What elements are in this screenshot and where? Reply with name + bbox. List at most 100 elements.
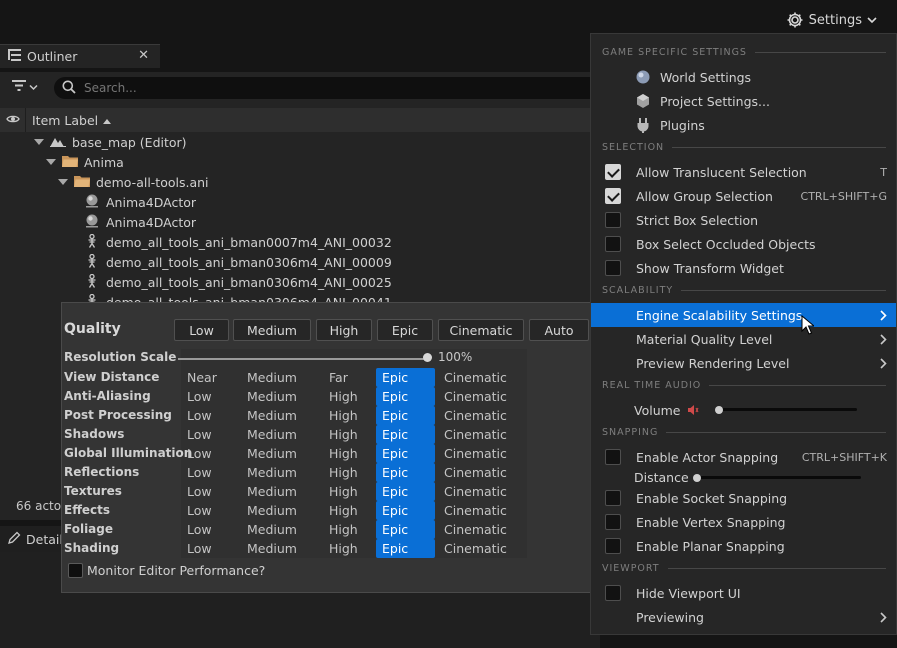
quality-option[interactable]: Epic: [376, 539, 435, 558]
quality-option[interactable]: Medium: [241, 387, 323, 406]
quality-option[interactable]: Epic: [376, 463, 435, 482]
checkbox[interactable]: [605, 538, 621, 554]
checkbox[interactable]: [605, 260, 621, 276]
quality-option[interactable]: Low: [181, 539, 241, 558]
hide-viewport-ui-item[interactable]: Hide Viewport UI: [591, 581, 896, 605]
quality-option[interactable]: Epic: [376, 368, 435, 387]
quality-option[interactable]: Cinematic: [438, 482, 528, 501]
enable-vertex-snapping-item[interactable]: Enable Vertex Snapping: [591, 510, 896, 534]
resolution-slider-track[interactable]: [178, 358, 428, 360]
quality-option[interactable]: Epic: [376, 482, 435, 501]
preset-medium-button[interactable]: Medium: [233, 319, 311, 341]
quality-option[interactable]: Cinematic: [438, 444, 528, 463]
show-transform-widget-item[interactable]: Show Transform Widget: [591, 256, 896, 280]
monitor-performance-checkbox[interactable]: [68, 563, 83, 578]
quality-option[interactable]: Cinematic: [438, 539, 528, 558]
tree-row[interactable]: demo-all-tools.ani: [58, 172, 209, 192]
expand-arrow-icon[interactable]: [58, 179, 68, 185]
volume-slider-track[interactable]: [715, 408, 857, 411]
filter-button[interactable]: [12, 80, 38, 94]
quality-option[interactable]: Medium: [241, 501, 323, 520]
quality-option[interactable]: Low: [181, 406, 241, 425]
preset-high-button[interactable]: High: [316, 319, 372, 341]
tree-row[interactable]: demo_all_tools_ani_bman0306m4_ANI_00009: [84, 252, 392, 272]
quality-option[interactable]: High: [323, 425, 376, 444]
quality-option[interactable]: Cinematic: [438, 520, 528, 539]
quality-option[interactable]: Medium: [241, 444, 323, 463]
allow-translucent-selection-item[interactable]: Allow Translucent Selection T: [591, 160, 896, 184]
quality-option[interactable]: Medium: [241, 539, 323, 558]
enable-socket-snapping-item[interactable]: Enable Socket Snapping: [591, 486, 896, 510]
quality-option[interactable]: Far: [323, 368, 376, 387]
preset-low-button[interactable]: Low: [174, 319, 229, 341]
tree-row[interactable]: demo_all_tools_ani_bman0007m4_ANI_00032: [84, 232, 392, 252]
tree-row[interactable]: Anima4DActor: [84, 192, 196, 212]
quality-option[interactable]: Low: [181, 520, 241, 539]
checkbox[interactable]: [605, 449, 621, 465]
quality-option[interactable]: High: [323, 463, 376, 482]
engine-scalability-settings-item[interactable]: Engine Scalability Settings: [591, 303, 896, 327]
quality-option[interactable]: High: [323, 387, 376, 406]
quality-option[interactable]: Epic: [376, 444, 435, 463]
quality-option[interactable]: Cinematic: [438, 425, 528, 444]
quality-option[interactable]: Medium: [241, 463, 323, 482]
search-input[interactable]: [84, 81, 564, 95]
quality-option[interactable]: High: [323, 520, 376, 539]
quality-option[interactable]: Epic: [376, 387, 435, 406]
quality-option[interactable]: Cinematic: [438, 463, 528, 482]
checkbox[interactable]: [605, 585, 621, 601]
expand-arrow-icon[interactable]: [46, 159, 56, 165]
material-quality-level-item[interactable]: Material Quality Level: [591, 327, 896, 351]
speaker-muted-icon[interactable]: [687, 404, 699, 419]
tree-row[interactable]: Anima4DActor: [84, 212, 196, 232]
quality-option[interactable]: Epic: [376, 520, 435, 539]
quality-option[interactable]: Medium: [241, 406, 323, 425]
quality-option[interactable]: Low: [181, 387, 241, 406]
world-settings-item[interactable]: World Settings: [591, 65, 896, 89]
tree-row[interactable]: base_map (Editor): [34, 132, 187, 152]
item-label-column-header[interactable]: Item Label: [26, 113, 98, 128]
preset-cinematic-button[interactable]: Cinematic: [438, 319, 524, 341]
allow-group-selection-item[interactable]: Allow Group Selection CTRL+SHIFT+G: [591, 184, 896, 208]
quality-option[interactable]: High: [323, 501, 376, 520]
checkbox[interactable]: [605, 490, 621, 506]
checkbox[interactable]: [605, 236, 621, 252]
quality-option[interactable]: Low: [181, 444, 241, 463]
quality-option[interactable]: Near: [181, 368, 241, 387]
quality-option[interactable]: Epic: [376, 406, 435, 425]
project-settings-item[interactable]: Project Settings...: [591, 89, 896, 113]
checkbox[interactable]: [605, 164, 621, 180]
tree-row[interactable]: demo_all_tools_ani_bman0306m4_ANI_00025: [84, 272, 392, 292]
distance-slider-track[interactable]: [693, 476, 861, 479]
quality-option[interactable]: Epic: [376, 425, 435, 444]
quality-option[interactable]: High: [323, 444, 376, 463]
visibility-column-header[interactable]: [0, 108, 26, 132]
quality-option[interactable]: Epic: [376, 501, 435, 520]
tab-outliner[interactable]: Outliner ✕: [0, 44, 160, 68]
plugins-item[interactable]: Plugins: [591, 113, 896, 137]
preview-rendering-level-item[interactable]: Preview Rendering Level: [591, 351, 896, 375]
preset-epic-button[interactable]: Epic: [377, 319, 433, 341]
tab-details[interactable]: Details: [0, 526, 65, 552]
enable-planar-snapping-item[interactable]: Enable Planar Snapping: [591, 534, 896, 558]
quality-option[interactable]: Medium: [241, 482, 323, 501]
checkbox[interactable]: [605, 514, 621, 530]
search-box[interactable]: [54, 77, 600, 99]
checkbox[interactable]: [605, 188, 621, 204]
resolution-slider-thumb[interactable]: [423, 353, 432, 362]
box-select-occluded-item[interactable]: Box Select Occluded Objects: [591, 232, 896, 256]
quality-option[interactable]: Cinematic: [438, 406, 528, 425]
quality-option[interactable]: High: [323, 539, 376, 558]
close-icon[interactable]: ✕: [138, 48, 149, 63]
quality-option[interactable]: High: [323, 482, 376, 501]
quality-option[interactable]: Cinematic: [438, 387, 528, 406]
quality-option[interactable]: Low: [181, 425, 241, 444]
checkbox[interactable]: [605, 212, 621, 228]
quality-option[interactable]: Cinematic: [438, 368, 528, 387]
quality-option[interactable]: Low: [181, 501, 241, 520]
tree-row[interactable]: Anima: [46, 152, 124, 172]
quality-option[interactable]: High: [323, 406, 376, 425]
sort-ascending-icon[interactable]: [103, 113, 112, 127]
quality-option[interactable]: Low: [181, 482, 241, 501]
quality-option[interactable]: Low: [181, 463, 241, 482]
